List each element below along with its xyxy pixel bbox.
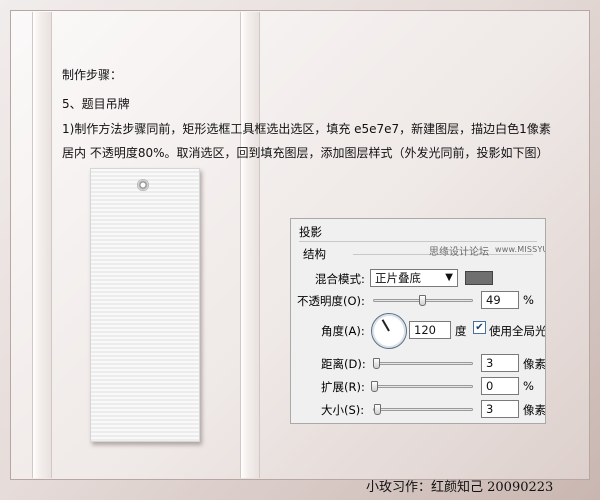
instruction-line-1: 1)制作方法步骤同前，矩形选框工具框选出选区，填充 e5e7e7，新建图层，描边… [62,122,551,136]
size-slider-track[interactable] [373,408,473,411]
instruction-line-2: 居内 不透明度80%。取消选区，回到填充图层，添加图层样式（外发光同前，投影如下… [62,146,549,160]
author-signature: 小玫习作：红颜知己 20090223 [366,480,554,495]
distance-unit: 像素 [523,357,546,371]
opacity-unit: % [523,293,534,307]
spread-unit: % [523,379,534,393]
distance-slider-track[interactable] [373,362,473,365]
angle-unit: 度 [455,324,467,338]
size-input[interactable]: 3 [481,400,519,418]
watermark-url: www.MISSYUAN.COM [495,245,545,254]
blend-mode-value: 正片叠底 [375,271,421,285]
angle-input[interactable]: 120 [409,321,451,339]
opacity-input[interactable]: 49 [481,291,519,309]
size-label: 大小(S): [321,403,365,417]
left-decorative-stripe [32,12,52,478]
section-title: 结构 [303,247,326,261]
dropdown-arrow-icon: ▼ [445,272,453,283]
distance-label: 距离(D): [321,357,366,371]
step-title: 5、题目吊牌 [62,97,130,111]
watermark-text: 思缘设计论坛 [429,247,489,258]
right-decorative-stripe [240,12,260,478]
size-unit: 像素 [523,403,546,417]
blend-mode-label: 混合模式: [315,272,365,286]
angle-label: 角度(A): [321,324,365,338]
blend-mode-select[interactable]: 正片叠底 ▼ [370,269,458,287]
distance-input[interactable]: 3 [481,354,519,372]
angle-dial-needle [381,319,390,332]
distance-slider-thumb[interactable] [373,358,380,369]
spread-slider-thumb[interactable] [371,381,378,392]
shadow-color-swatch[interactable] [465,271,493,285]
hang-tag-preview [90,168,200,442]
global-light-label: 使用全局光 [489,324,546,338]
tag-hole-icon [137,179,149,191]
drop-shadow-dialog: 投影 结构 思缘设计论坛 www.MISSYUAN.COM 混合模式: 正片叠底… [290,218,546,424]
dialog-title: 投影 [299,225,322,239]
angle-dial[interactable] [371,313,407,349]
size-slider-thumb[interactable] [374,404,381,415]
opacity-label: 不透明度(O): [297,294,365,308]
instructions-heading: 制作步骤： [62,68,123,82]
spread-slider-track[interactable] [373,385,473,388]
spread-label: 扩展(R): [321,380,365,394]
global-light-checkbox[interactable]: ✔ [473,321,486,334]
spread-input[interactable]: 0 [481,377,519,395]
title-separator [299,241,537,242]
opacity-slider-thumb[interactable] [419,295,426,306]
